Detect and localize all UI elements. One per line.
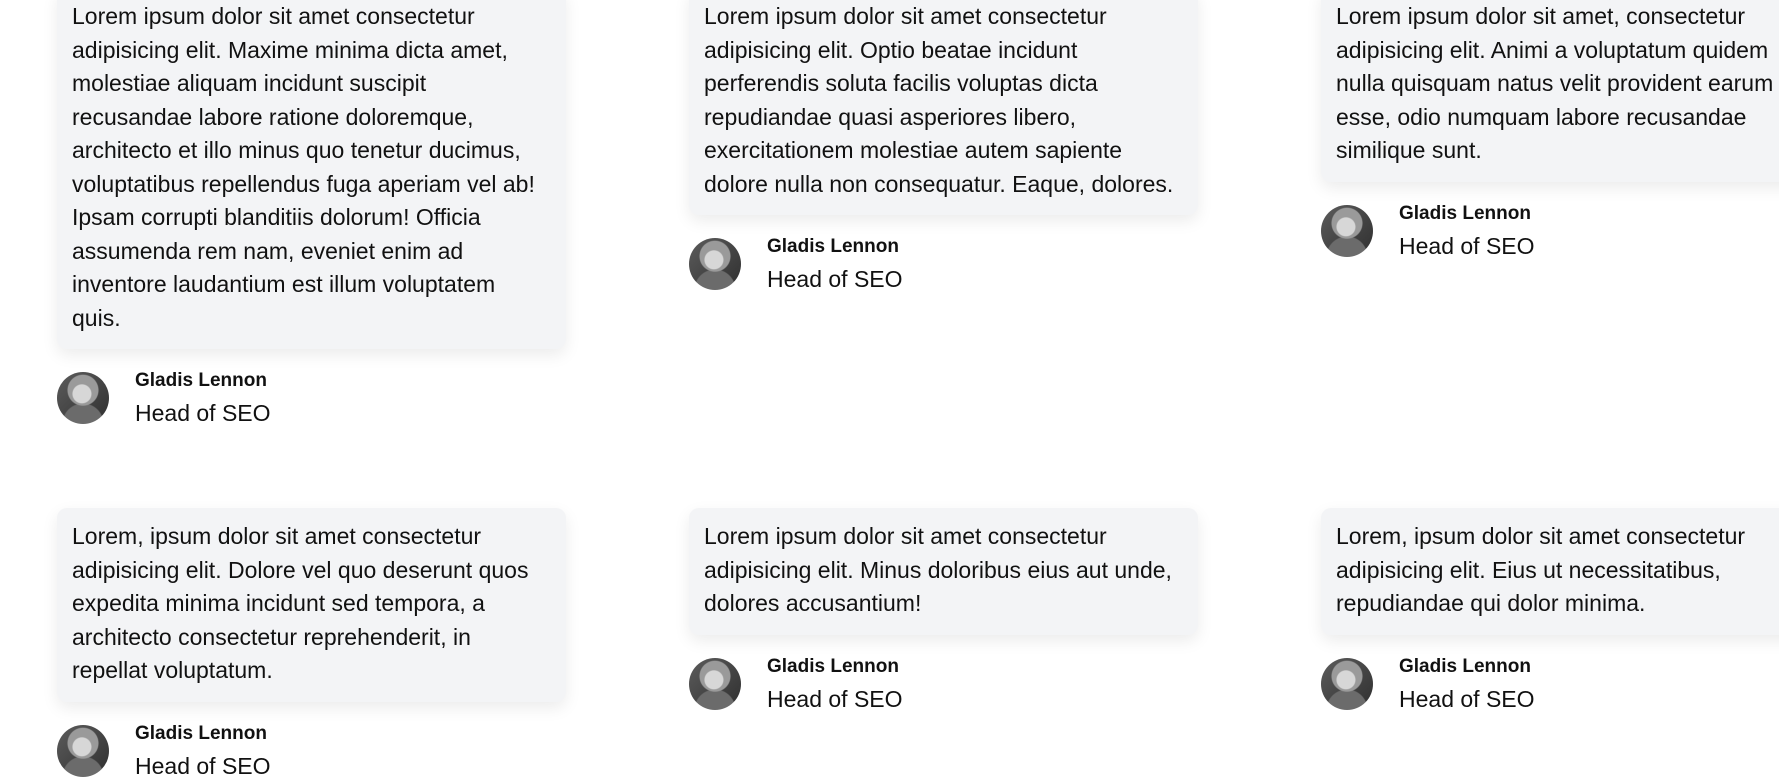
author-info: Gladis Lennon Head of SEO (135, 369, 271, 429)
avatar-icon (689, 657, 741, 710)
author-role: Head of SEO (1399, 232, 1535, 259)
author-role: Head of SEO (135, 752, 271, 779)
author-name: Gladis Lennon (767, 655, 899, 677)
avatar-icon (1321, 657, 1373, 710)
testimonial-item: Lorem ipsum dolor sit amet consectetur a… (689, 0, 1198, 508)
author-role: Head of SEO (767, 266, 903, 292)
avatar-icon (1321, 204, 1373, 257)
testimonial-author: Gladis Lennon Head of SEO (1321, 202, 1779, 262)
author-info: Gladis Lennon Head of SEO (767, 655, 903, 715)
testimonial-quote: Lorem ipsum dolor sit amet consectetur a… (72, 3, 535, 331)
testimonial-card: Lorem ipsum dolor sit amet consectetur a… (689, 508, 1198, 635)
avatar-icon (57, 372, 109, 424)
avatar-icon (57, 724, 109, 777)
testimonial-author: Gladis Lennon Head of SEO (57, 722, 566, 782)
author-role: Head of SEO (767, 685, 903, 712)
testimonial-item: Lorem, ipsum dolor sit amet consectetur … (1321, 508, 1779, 782)
author-info: Gladis Lennon Head of SEO (1399, 202, 1535, 262)
author-name: Gladis Lennon (135, 722, 267, 744)
author-name: Gladis Lennon (767, 236, 899, 257)
testimonial-item: Lorem ipsum dolor sit amet, consectetur … (1321, 0, 1779, 508)
author-info: Gladis Lennon Head of SEO (767, 235, 903, 295)
author-name: Gladis Lennon (1399, 655, 1531, 677)
author-name: Gladis Lennon (1399, 202, 1531, 224)
testimonial-item: Lorem ipsum dolor sit amet consectetur a… (57, 0, 566, 508)
author-role: Head of SEO (1399, 685, 1535, 712)
author-info: Gladis Lennon Head of SEO (1399, 655, 1535, 715)
testimonials-grid: Lorem ipsum dolor sit amet consectetur a… (57, 0, 1779, 782)
testimonial-quote: Lorem, ipsum dolor sit amet consectetur … (72, 523, 529, 683)
testimonial-card: Lorem, ipsum dolor sit amet consectetur … (1321, 508, 1779, 635)
testimonial-card: Lorem, ipsum dolor sit amet consectetur … (57, 508, 566, 702)
testimonial-card: Lorem ipsum dolor sit amet, consectetur … (1321, 0, 1779, 182)
testimonial-quote: Lorem, ipsum dolor sit amet consectetur … (1336, 523, 1746, 616)
testimonial-card: Lorem ipsum dolor sit amet consectetur a… (57, 0, 566, 349)
author-role: Head of SEO (135, 400, 271, 426)
testimonial-author: Gladis Lennon Head of SEO (57, 369, 566, 429)
author-info: Gladis Lennon Head of SEO (135, 722, 271, 782)
testimonial-quote: Lorem ipsum dolor sit amet consectetur a… (704, 523, 1172, 616)
author-name: Gladis Lennon (135, 370, 267, 391)
testimonial-quote: Lorem ipsum dolor sit amet, consectetur … (1336, 3, 1774, 163)
testimonial-card: Lorem ipsum dolor sit amet consectetur a… (689, 0, 1198, 215)
avatar-icon (689, 238, 741, 290)
testimonial-author: Gladis Lennon Head of SEO (689, 655, 1198, 715)
testimonial-author: Gladis Lennon Head of SEO (1321, 655, 1779, 715)
testimonial-quote: Lorem ipsum dolor sit amet consectetur a… (704, 3, 1174, 197)
testimonial-item: Lorem ipsum dolor sit amet consectetur a… (689, 508, 1198, 782)
testimonial-item: Lorem, ipsum dolor sit amet consectetur … (57, 508, 566, 782)
testimonial-author: Gladis Lennon Head of SEO (689, 235, 1198, 295)
